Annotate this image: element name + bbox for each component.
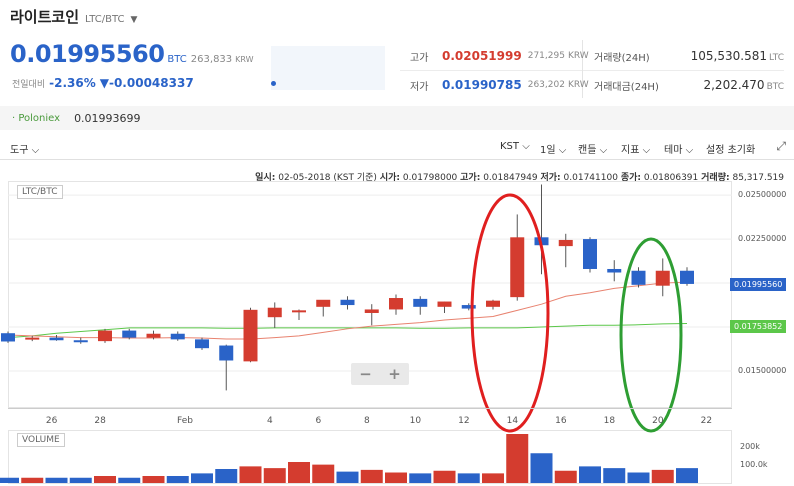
volume-bar — [530, 453, 553, 483]
candle-body — [122, 330, 137, 338]
candle-body — [1, 333, 15, 342]
candle-body — [510, 237, 525, 298]
date-axis-tick: 22 — [700, 416, 713, 426]
candle-body — [413, 298, 428, 307]
date-axis-tick: 12 — [458, 416, 470, 426]
date-axis-tick: 6 — [315, 416, 322, 426]
annotation-green-ellipse — [619, 237, 683, 433]
volume-bar — [627, 472, 650, 483]
volume-tag: VOLUME — [17, 433, 65, 447]
annotation-red-ellipse — [470, 193, 550, 433]
zoom-out-button[interactable]: − — [359, 365, 372, 383]
price-axis: 0.025000000.022500000.020000000.01750000… — [732, 181, 794, 408]
volume-bar — [554, 470, 577, 483]
volume-bar — [215, 469, 238, 483]
candle-body — [437, 301, 452, 307]
volume-bar — [506, 434, 529, 483]
price-axis-tick: 0.02500000 — [738, 190, 787, 200]
volume-bar — [603, 468, 626, 483]
volume-bar — [118, 477, 141, 483]
volume-bar — [312, 464, 335, 483]
candle-body — [243, 309, 258, 362]
date-axis-tick: Feb — [177, 416, 193, 426]
volume-bar — [457, 473, 480, 483]
volume-bar — [191, 473, 213, 483]
volume-bar — [166, 476, 189, 483]
ma-price-tag: 0.01753852 — [730, 320, 786, 334]
volume-bar — [651, 469, 674, 483]
candle-body — [461, 305, 476, 309]
date-axis: 26 28 Feb 4 6 8 10 12 14 16 18 20 22 — [8, 408, 732, 430]
volume-bar — [433, 470, 456, 483]
candle-body — [364, 309, 379, 313]
volume-bar — [45, 477, 68, 483]
volume-bar — [21, 477, 44, 483]
candle-body — [607, 268, 622, 273]
volume-bar — [263, 468, 286, 483]
date-axis-tick: 18 — [603, 416, 616, 426]
date-axis-tick: 26 — [45, 416, 58, 426]
candle-body — [340, 299, 355, 306]
date-axis-tick: 14 — [506, 416, 519, 426]
date-axis-tick: 4 — [267, 416, 273, 426]
candle-body — [267, 307, 282, 318]
volume-bar — [69, 477, 92, 483]
candle-body — [292, 310, 306, 313]
date-axis-tick: 28 — [94, 416, 106, 426]
candle-body — [98, 330, 112, 342]
price-axis-tick: 0.02250000 — [738, 234, 787, 244]
volume-bar — [579, 466, 601, 483]
volume-bar — [288, 462, 310, 483]
candle-body — [583, 239, 597, 269]
volume-bar — [482, 473, 504, 483]
volume-bar — [239, 466, 262, 483]
volume-bar — [94, 476, 116, 483]
price-axis-tick: 0.01500000 — [738, 366, 787, 376]
date-axis-tick: 16 — [555, 416, 567, 426]
candle-body — [486, 300, 500, 307]
volume-bar — [676, 468, 698, 483]
candle-body — [219, 345, 234, 361]
candle-body — [680, 270, 694, 284]
candle-body — [389, 298, 403, 310]
current-price-tag: 0.01995560 — [730, 277, 786, 291]
volume-bar — [142, 476, 165, 483]
zoom-control: − + — [351, 363, 409, 385]
date-axis-tick: 8 — [364, 416, 370, 426]
ma-short-line — [7, 281, 688, 340]
volume-axis-tick: 200k — [740, 442, 760, 451]
candle-body — [558, 239, 573, 247]
candle-body — [146, 333, 161, 338]
candle-body — [631, 270, 646, 285]
candle-body — [170, 333, 185, 340]
candle-body — [25, 337, 40, 340]
volume-axis-tick: 100.0k — [740, 459, 768, 469]
volume-bar — [385, 472, 407, 483]
date-axis-tick: 10 — [409, 416, 422, 426]
candle-body — [655, 270, 670, 286]
zoom-in-button[interactable]: + — [388, 365, 401, 383]
date-axis-tick: 20 — [652, 416, 664, 426]
volume-bar — [0, 477, 19, 483]
volume-bar — [360, 469, 383, 483]
candle-body — [73, 340, 88, 343]
candle-body — [195, 339, 209, 349]
candle-body — [49, 337, 64, 341]
volume-bar — [409, 473, 432, 483]
volume-bar — [336, 471, 359, 483]
candle-body — [316, 299, 331, 307]
chart-pair-tag: LTC/BTC — [17, 185, 63, 199]
